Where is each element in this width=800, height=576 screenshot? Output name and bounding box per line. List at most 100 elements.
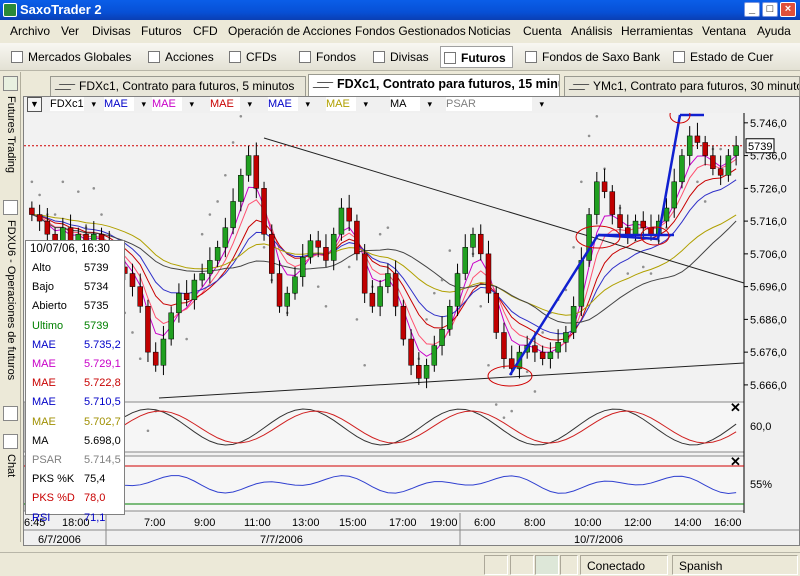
toolbar-button-5[interactable]: Futuros: [440, 46, 513, 68]
candle-body: [60, 227, 66, 242]
candle-body: [385, 273, 391, 287]
menu-item[interactable]: Fondos Gestionados: [355, 20, 466, 42]
indicator-selector-1[interactable]: MAE: [104, 97, 146, 111]
candle-body: [176, 292, 182, 314]
sidebar-item-chat[interactable]: Chat: [2, 454, 19, 504]
info-row: Abierto 5735: [32, 297, 122, 316]
info-label: RSI: [32, 511, 51, 524]
candle-body: [570, 306, 577, 333]
info-row: MAE 5.710,5: [32, 393, 122, 412]
menu-item[interactable]: CFD: [193, 20, 218, 42]
candle-body: [245, 155, 252, 176]
menu-item[interactable]: Futuros: [141, 20, 182, 42]
toolbar-label: Divisas: [390, 50, 429, 64]
candle-body: [617, 214, 623, 228]
indicator-selector-4[interactable]: MAE: [268, 97, 310, 111]
info-row: MAE 5.735,2: [32, 336, 122, 355]
toolbar-button-7[interactable]: Estado de Cuer: [670, 46, 773, 68]
chart-canvas[interactable]: 5.746,05.736,05.726,05.716,05.706,05.696…: [24, 113, 799, 545]
rsi-panel: [24, 455, 745, 512]
globe-icon: [11, 51, 23, 63]
panel-icon[interactable]: [3, 200, 18, 215]
menu-item[interactable]: Análisis: [571, 20, 612, 42]
psar-dot: [541, 331, 544, 334]
title-bar: SaxoTrader 2 _ □ ×: [0, 0, 800, 20]
time-label: 11:00: [244, 517, 271, 529]
minimize-button[interactable]: _: [744, 2, 760, 17]
menu-item[interactable]: Herramientas: [621, 20, 693, 42]
date-label: 10/7/2006: [574, 534, 623, 545]
indicator-selector-5[interactable]: MAE: [326, 97, 368, 111]
toolbar-button-3[interactable]: Fondos: [296, 46, 356, 68]
psar-dot: [224, 173, 227, 177]
price-tick-label: 5.696,0: [750, 282, 787, 294]
psar-dot: [262, 246, 266, 249]
maximize-button[interactable]: □: [762, 2, 778, 17]
close-rsi-icon[interactable]: ✕: [730, 454, 741, 469]
menu-item[interactable]: Archivo: [10, 20, 50, 42]
tab-chart-1[interactable]: FDXc1, Contrato para futuros, 15 minutos: [308, 74, 560, 96]
time-label: 17:00: [389, 517, 417, 529]
candle-body: [710, 155, 716, 169]
info-label: MAE: [32, 396, 56, 409]
time-label: 14:00: [674, 517, 702, 529]
tab-chart-2[interactable]: YMc1, Contrato para futuros, 30 minutos: [564, 76, 800, 96]
indicator-selector-0[interactable]: FDXc1: [50, 97, 96, 111]
indicator-selector-6[interactable]: MA: [390, 97, 432, 111]
menu-item[interactable]: Cuenta: [523, 20, 562, 42]
psar-dot: [533, 390, 537, 393]
candle-body: [671, 181, 677, 209]
candle-body: [702, 142, 708, 156]
info-label: MAE: [32, 377, 56, 390]
tab-label: FDXc1, Contrato para futuros, 5 minutos: [79, 79, 295, 93]
candle-body: [501, 332, 507, 359]
menu-item[interactable]: Ventana: [702, 20, 746, 42]
menu-item[interactable]: Ayuda: [757, 20, 791, 42]
tab-chart-0[interactable]: FDXc1, Contrato para futuros, 5 minutos: [50, 76, 306, 96]
psar-dot: [363, 363, 366, 367]
toolbar-button-2[interactable]: CFDs: [226, 46, 277, 68]
candle-body: [168, 312, 174, 340]
menu-item[interactable]: Operación de Acciones: [228, 20, 351, 42]
toolbar-button-6[interactable]: Fondos de Saxo Bank: [522, 46, 660, 68]
info-value: 5.714,5: [84, 454, 121, 466]
toolbar-button-4[interactable]: Divisas: [370, 46, 429, 68]
menu-item[interactable]: Divisas: [92, 20, 131, 42]
indicator-selector-7[interactable]: PSAR: [446, 97, 544, 111]
candle-body: [477, 233, 484, 255]
indicator-selector-2[interactable]: MAE: [152, 97, 194, 111]
chart-menu-button[interactable]: ▼: [27, 97, 42, 112]
candle-body: [214, 247, 221, 261]
time-label: 9:00: [194, 517, 215, 529]
candle-body: [44, 220, 51, 235]
time-label: 7:00: [144, 517, 165, 529]
candle-body: [439, 328, 445, 346]
chart-tabs: FDXc1, Contrato para futuros, 5 minutos F…: [22, 74, 800, 96]
info-label: MA: [32, 434, 49, 447]
psar-dot: [185, 337, 188, 341]
candle-body: [36, 214, 43, 222]
sidebar-item-futures-trading[interactable]: Futures Trading: [2, 96, 19, 206]
chat-icon[interactable]: [3, 434, 18, 449]
candle-body: [679, 155, 685, 183]
chart-tab-icon: [312, 82, 334, 88]
info-row: MAE 5.729,1: [32, 355, 122, 374]
psar-dot: [61, 180, 65, 184]
close-stochastic-icon[interactable]: ✕: [730, 400, 741, 415]
menu-item[interactable]: Ver: [61, 20, 79, 42]
futures-icon[interactable]: [3, 76, 18, 91]
psar-dot: [77, 190, 80, 193]
psar-dot: [355, 318, 359, 321]
sidebar-item-fdxu6[interactable]: FDXU6 - Operaciones de futuros: [2, 220, 19, 400]
toolbar-label: Fondos de Saxo Bank: [542, 50, 661, 64]
info-label: PSAR: [32, 454, 62, 466]
indicator-selector-3[interactable]: MAE: [210, 97, 252, 111]
toolbar-button-0[interactable]: Mercados Globales: [8, 46, 131, 68]
candle-body: [686, 135, 693, 156]
time-label: 8:00: [524, 517, 545, 529]
tools-icon[interactable]: [3, 406, 18, 421]
info-row: Alto 5739: [32, 259, 122, 278]
close-button[interactable]: ×: [780, 2, 796, 17]
menu-item[interactable]: Noticias: [468, 20, 511, 42]
toolbar-button-1[interactable]: Acciones: [145, 46, 214, 68]
